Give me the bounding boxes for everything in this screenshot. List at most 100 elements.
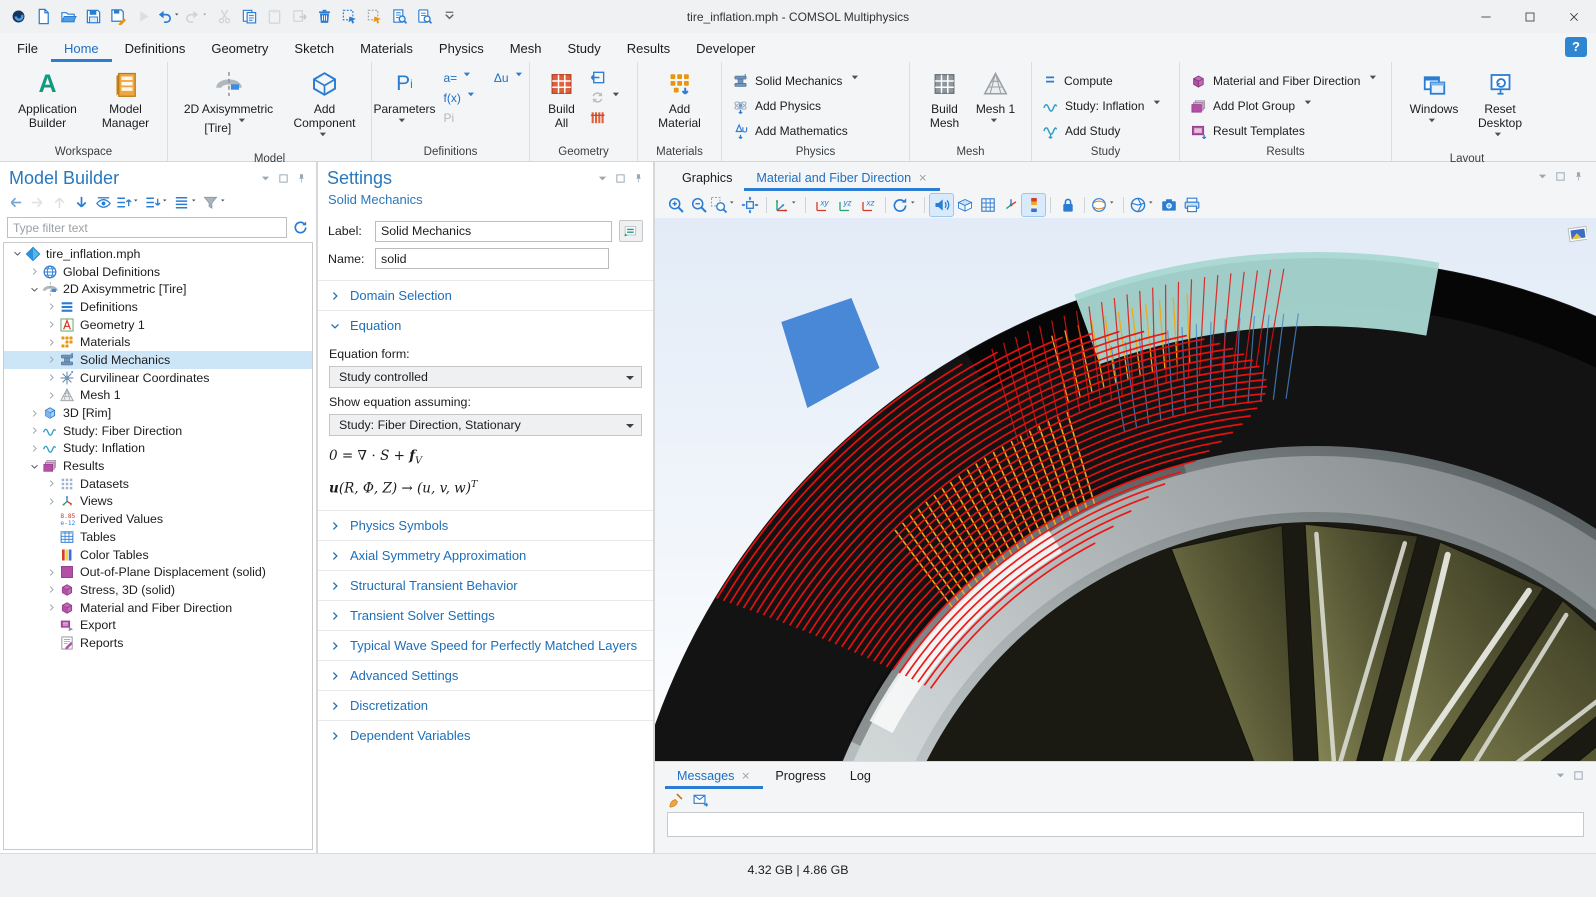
menu-tab-file[interactable]: File: [4, 36, 51, 62]
tab-graphics[interactable]: Graphics: [670, 166, 744, 191]
tree-item-derived-values[interactable]: 8.85e-12 Derived Values: [4, 510, 312, 528]
camera-button[interactable]: [1157, 194, 1180, 216]
undo-button[interactable]: [156, 4, 183, 30]
tree-item-out-of-plane-displacement-solid[interactable]: Out-of-Plane Displacement (solid): [4, 563, 312, 581]
close-button[interactable]: [1552, 0, 1596, 33]
filter-nodes-button[interactable]: [202, 193, 229, 213]
menu-tab-materials[interactable]: Materials: [347, 36, 426, 62]
minimize-button[interactable]: [1464, 0, 1508, 33]
menu-tab-sketch[interactable]: Sketch: [281, 36, 347, 62]
tree-item-material-and-fiber-direction[interactable]: Material and Fiber Direction: [4, 599, 312, 617]
menu-tab-home[interactable]: Home: [51, 36, 112, 62]
tree-item-study-inflation[interactable]: Study: Inflation: [4, 440, 312, 458]
open-file-button[interactable]: [56, 4, 80, 30]
build-all-button[interactable]: Build All: [539, 65, 585, 133]
build-mesh-button[interactable]: Build Mesh: [921, 65, 969, 133]
image-snapshot-button[interactable]: [1129, 194, 1157, 216]
panel-menu-icon[interactable]: [597, 173, 608, 184]
study-inflation-button[interactable]: Study: Inflation: [1037, 94, 1173, 118]
expand-icon[interactable]: [46, 301, 57, 312]
tree-item-tables[interactable]: Tables: [4, 528, 312, 546]
menu-tab-study[interactable]: Study: [555, 36, 614, 62]
panel-pin-icon[interactable]: [296, 173, 307, 184]
show-toggle-button[interactable]: [93, 193, 113, 213]
delete-button[interactable]: [312, 4, 336, 30]
color-legend-button[interactable]: [1022, 194, 1045, 216]
expand-all-button[interactable]: [115, 193, 142, 213]
tree-item-2d-axisymmetric-tire[interactable]: 2D Axisymmetric [Tire]: [4, 280, 312, 298]
result-templates-button[interactable]: Result Templates: [1185, 119, 1310, 143]
section-physics-symbols[interactable]: Physics Symbols: [318, 510, 653, 540]
tree-item-export[interactable]: Export: [4, 616, 312, 634]
tree-item-stress-3d-solid[interactable]: Stress, 3D (solid): [4, 581, 312, 599]
environment-button[interactable]: [953, 194, 976, 216]
equation-form-select[interactable]: Study controlled: [329, 366, 642, 388]
save-button[interactable]: [81, 4, 105, 30]
add-material-button[interactable]: Add Material: [649, 65, 711, 133]
add-study-button[interactable]: Add Study: [1037, 119, 1125, 143]
forward-messages-icon[interactable]: [692, 792, 709, 809]
tree-item-study-fiber-direction[interactable]: Study: Fiber Direction: [4, 422, 312, 440]
tree-item-tire-inflation-mph[interactable]: tire_inflation.mph: [4, 245, 312, 263]
expand-icon[interactable]: [46, 372, 57, 383]
save-as-button[interactable]: [106, 4, 130, 30]
expand-icon[interactable]: [46, 584, 57, 595]
panel-menu-icon[interactable]: [1537, 171, 1548, 182]
collapse-icon[interactable]: [29, 284, 40, 295]
panel-pin-icon[interactable]: [633, 173, 644, 184]
collapse-icon[interactable]: [12, 248, 23, 259]
lock-view-button[interactable]: [1056, 194, 1079, 216]
clear-selection-button[interactable]: [362, 4, 386, 30]
tree-item-reports[interactable]: Reports: [4, 634, 312, 652]
section-equation[interactable]: Equation: [318, 310, 653, 340]
zoom-extents-button[interactable]: [738, 194, 761, 216]
maximize-button[interactable]: [1508, 0, 1552, 33]
section-structural-transient-behavior[interactable]: Structural Transient Behavior: [318, 570, 653, 600]
menu-tab-mesh[interactable]: Mesh: [497, 36, 555, 62]
rotate-button[interactable]: [891, 194, 919, 216]
solid-mechanics-button[interactable]: Solid Mechanics: [727, 69, 871, 93]
expand-icon[interactable]: [29, 266, 40, 277]
expand-icon[interactable]: [46, 354, 57, 365]
tab-progress[interactable]: Progress: [763, 764, 837, 789]
rename-button[interactable]: [619, 220, 643, 242]
tree-item-geometry-1[interactable]: Geometry 1: [4, 316, 312, 334]
zoom-out-button[interactable]: [687, 194, 710, 216]
menu-tab-results[interactable]: Results: [614, 36, 683, 62]
label-field[interactable]: [375, 221, 612, 242]
view-xz-button[interactable]: xz: [857, 194, 880, 216]
application-builder-button[interactable]: A Application Builder: [7, 65, 89, 133]
panel-pin-icon[interactable]: [1573, 171, 1584, 182]
new-file-button[interactable]: [31, 4, 55, 30]
variables-button[interactable]: a=: [444, 69, 482, 86]
help-button[interactable]: ?: [1565, 37, 1587, 57]
scene-light-button[interactable]: [930, 194, 953, 216]
view-yz-button[interactable]: yz: [834, 194, 857, 216]
tree-item-color-tables[interactable]: Color Tables: [4, 546, 312, 564]
compute-button[interactable]: =Compute: [1037, 69, 1118, 93]
toolbar-overflow-button[interactable]: [437, 4, 461, 30]
add-physics-button[interactable]: Add Physics: [727, 94, 826, 118]
tree-item-views[interactable]: Views: [4, 493, 312, 511]
print-button[interactable]: [1180, 194, 1203, 216]
view-xy-button[interactable]: xy: [811, 194, 834, 216]
tree-item-mesh-1[interactable]: Mesh 1: [4, 387, 312, 405]
search-settings-button[interactable]: [412, 4, 436, 30]
parameters-button[interactable]: Pi Parameters: [369, 65, 439, 138]
panel-menu-icon[interactable]: [1555, 770, 1566, 781]
section-typical-wave-speed-for-perfectly-matched-layers[interactable]: Typical Wave Speed for Perfectly Matched…: [318, 630, 653, 660]
zoom-box-button[interactable]: [710, 194, 738, 216]
panel-float-icon[interactable]: [1573, 770, 1584, 781]
tab-log[interactable]: Log: [838, 764, 883, 789]
expand-icon[interactable]: [29, 443, 40, 454]
go-back-button[interactable]: [5, 193, 25, 213]
show-equation-assuming-select[interactable]: Study: Fiber Direction, Stationary: [329, 414, 642, 436]
find-button[interactable]: [387, 4, 411, 30]
comsol-app-button[interactable]: [6, 4, 30, 30]
update-solution-button[interactable]: Δu: [494, 69, 530, 86]
panel-float-icon[interactable]: [278, 173, 289, 184]
show-grid-button[interactable]: [976, 194, 999, 216]
menu-tab-developer[interactable]: Developer: [683, 36, 768, 62]
add-mathematics-button[interactable]: Add Mathematics: [727, 119, 853, 143]
model-manager-button[interactable]: Model Manager: [91, 65, 161, 133]
